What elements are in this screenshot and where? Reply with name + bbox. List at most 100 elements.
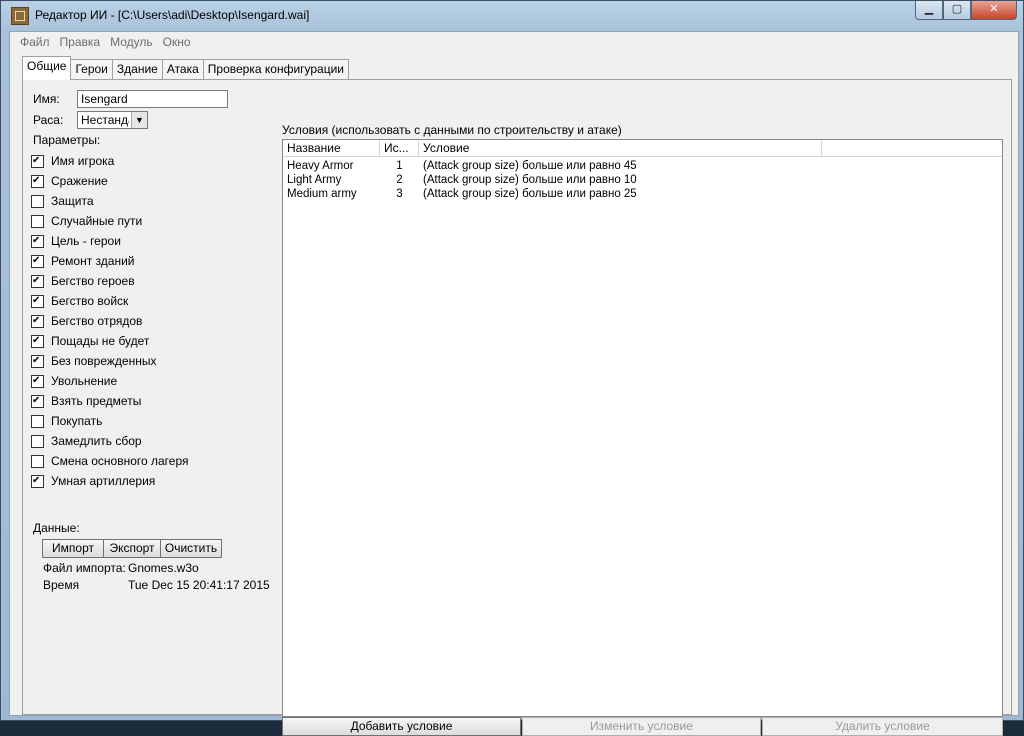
tab-general[interactable]: Общие bbox=[22, 56, 72, 80]
checkbox-checked[interactable] bbox=[31, 334, 44, 348]
tab-heroes[interactable]: Герои bbox=[70, 59, 113, 80]
edit-condition-button[interactable]: Изменить условие bbox=[522, 717, 761, 736]
minimize-button[interactable]: ▁ bbox=[915, 1, 943, 20]
conditions-group-label: Условия (использовать с данными по строи… bbox=[282, 123, 622, 137]
param-label: Цель - герои bbox=[51, 234, 121, 248]
param-label: Случайные пути bbox=[51, 214, 143, 228]
param-label: Защита bbox=[51, 194, 94, 208]
param-label: Смена основного лагеря bbox=[51, 454, 189, 468]
param-checkbox-row[interactable]: Имя игрока bbox=[31, 151, 189, 171]
tab-building[interactable]: Здание bbox=[111, 59, 163, 80]
tab-config-check[interactable]: Проверка конфигурации bbox=[202, 59, 350, 80]
param-checkbox-row[interactable]: Без поврежденных bbox=[31, 351, 189, 371]
menu-edit[interactable]: Правка bbox=[55, 35, 106, 49]
checkbox-unchecked[interactable] bbox=[31, 434, 44, 448]
checkbox-checked[interactable] bbox=[31, 354, 44, 368]
param-label: Замедлить сбор bbox=[51, 434, 142, 448]
cell-index: 3 bbox=[396, 188, 403, 200]
delete-condition-button[interactable]: Удалить условие bbox=[762, 717, 1003, 736]
checkbox-checked[interactable] bbox=[31, 474, 44, 488]
checkbox-checked[interactable] bbox=[31, 274, 44, 288]
param-label: Увольнение bbox=[51, 374, 118, 388]
param-checkbox-row[interactable]: Сражение bbox=[31, 171, 189, 191]
name-label: Имя: bbox=[33, 92, 60, 106]
param-checkbox-row[interactable]: Цель - герои bbox=[31, 231, 189, 251]
param-checkbox-row[interactable]: Защита bbox=[31, 191, 189, 211]
param-checkbox-row[interactable]: Случайные пути bbox=[31, 211, 189, 231]
param-label: Имя игрока bbox=[51, 154, 115, 168]
param-checkbox-row[interactable]: Смена основного лагеря bbox=[31, 451, 189, 471]
checkbox-unchecked[interactable] bbox=[31, 194, 44, 208]
checkbox-checked[interactable] bbox=[31, 314, 44, 328]
checkbox-unchecked[interactable] bbox=[31, 214, 44, 228]
column-header-condition[interactable]: Условие bbox=[419, 140, 822, 156]
param-label: Покупать bbox=[51, 414, 103, 428]
param-label: Без поврежденных bbox=[51, 354, 157, 368]
param-checkbox-row[interactable]: Умная артиллерия bbox=[31, 471, 189, 491]
menu-window[interactable]: Окно bbox=[158, 35, 196, 49]
param-checkbox-row[interactable]: Взять предметы bbox=[31, 391, 189, 411]
param-checkbox-row[interactable]: Бегство отрядов bbox=[31, 311, 189, 331]
race-select-value: Нестандартная bbox=[81, 113, 129, 127]
checkbox-checked[interactable] bbox=[31, 154, 44, 168]
table-row[interactable]: Light Army 2 (Attack group size) больше ил… bbox=[283, 173, 822, 187]
checkbox-checked[interactable] bbox=[31, 254, 44, 268]
cell-name: Light Army bbox=[287, 174, 342, 186]
add-condition-button[interactable]: Добавить условие bbox=[282, 717, 521, 736]
close-button[interactable]: ✕ bbox=[971, 1, 1017, 20]
race-label: Раса: bbox=[33, 113, 64, 127]
menu-bar: Файл Правка Модуль Окно bbox=[10, 32, 1018, 52]
param-checkbox-row[interactable]: Покупать bbox=[31, 411, 189, 431]
checkbox-checked[interactable] bbox=[31, 234, 44, 248]
maximize-button[interactable]: ▢ bbox=[943, 1, 971, 20]
column-header-name[interactable]: Название bbox=[283, 140, 380, 156]
param-checkbox-row[interactable]: Ремонт зданий bbox=[31, 251, 189, 271]
checkbox-checked[interactable] bbox=[31, 294, 44, 308]
menu-file[interactable]: Файл bbox=[10, 35, 55, 49]
checkbox-checked[interactable] bbox=[31, 374, 44, 388]
params-label: Параметры: bbox=[33, 133, 101, 147]
cell-condition: (Attack group size) больше или равно 10 bbox=[423, 174, 637, 186]
checkbox-checked[interactable] bbox=[31, 394, 44, 408]
data-label: Данные: bbox=[33, 521, 80, 535]
name-input[interactable]: Isengard bbox=[77, 90, 228, 108]
conditions-list[interactable]: Название Ис... Условие Heavy Armor 1 (Atta… bbox=[282, 139, 1003, 717]
title-bar[interactable]: Редактор ИИ - [C:\Users\adi\Desktop\Isen… bbox=[1, 1, 1023, 31]
param-label: Бегство войск bbox=[51, 294, 129, 308]
param-checkbox-row[interactable]: Бегство войск bbox=[31, 291, 189, 311]
table-row[interactable]: Heavy Armor 1 (Attack group size) больше и… bbox=[283, 159, 822, 173]
param-checkbox-row[interactable]: Увольнение bbox=[31, 371, 189, 391]
param-checkbox-row[interactable]: Пощады не будет bbox=[31, 331, 189, 351]
tab-strip: Общие Герои Здание Атака Проверка конфиг… bbox=[22, 56, 350, 80]
import-file-label: Файл импорта: bbox=[43, 561, 126, 575]
param-checkbox-row[interactable]: Бегство героев bbox=[31, 271, 189, 291]
cell-name: Medium army bbox=[287, 188, 357, 200]
column-header-index[interactable]: Ис... bbox=[380, 140, 419, 156]
column-header-empty bbox=[822, 140, 1002, 156]
export-button[interactable]: Экспорт bbox=[103, 539, 161, 558]
app-icon bbox=[11, 7, 29, 25]
menu-module[interactable]: Модуль bbox=[105, 35, 158, 49]
app-window: Редактор ИИ - [C:\Users\adi\Desktop\Isen… bbox=[0, 0, 1024, 736]
cell-condition: (Attack group size) больше или равно 45 bbox=[423, 160, 637, 172]
race-select[interactable]: Нестандартная ▼ bbox=[77, 111, 148, 129]
checkbox-unchecked[interactable] bbox=[31, 454, 44, 468]
tab-attack[interactable]: Атака bbox=[161, 59, 204, 80]
time-label: Время bbox=[43, 578, 80, 592]
table-row[interactable]: Medium army 3 (Attack group size) больше и… bbox=[283, 187, 822, 201]
client-area: Файл Правка Модуль Окно Общие Герои Здан… bbox=[9, 31, 1019, 736]
checkbox-checked[interactable] bbox=[31, 174, 44, 188]
cell-name: Heavy Armor bbox=[287, 160, 354, 172]
param-label: Умная артиллерия bbox=[51, 474, 156, 488]
cell-index: 1 bbox=[396, 160, 403, 172]
checkbox-unchecked[interactable] bbox=[31, 414, 44, 428]
clear-button[interactable]: Очистить bbox=[160, 539, 222, 558]
window-title: Редактор ИИ - [C:\Users\adi\Desktop\Isen… bbox=[35, 8, 310, 22]
cell-condition: (Attack group size) больше или равно 25 bbox=[423, 188, 637, 200]
window-controls: ▁ ▢ ✕ bbox=[915, 1, 1017, 21]
param-label: Бегство героев bbox=[51, 274, 135, 288]
params-checklist: Имя игрока Сражение Защита Случайные пути Це… bbox=[31, 151, 189, 491]
import-button[interactable]: Импорт bbox=[42, 539, 104, 558]
param-checkbox-row[interactable]: Замедлить сбор bbox=[31, 431, 189, 451]
dropdown-arrow-icon[interactable]: ▼ bbox=[131, 112, 147, 128]
